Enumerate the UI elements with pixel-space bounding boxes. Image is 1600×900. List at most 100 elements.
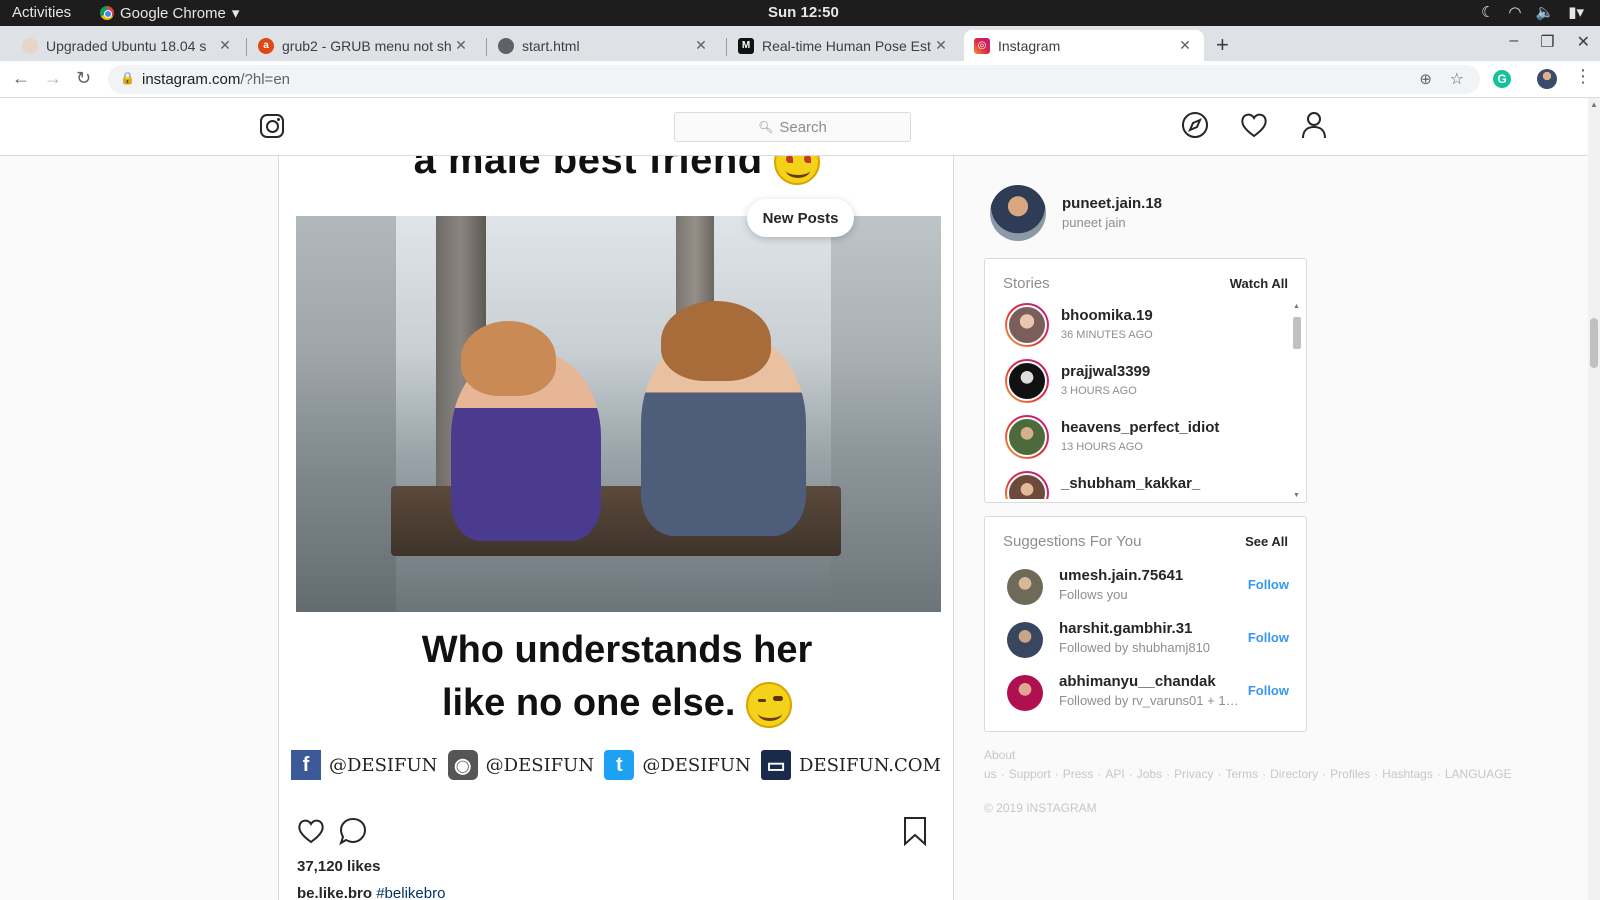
restore-icon[interactable]: ❐ bbox=[1540, 32, 1554, 52]
close-icon[interactable]: ✕ bbox=[932, 37, 950, 54]
menu-icon[interactable]: ⋮ bbox=[1574, 66, 1592, 87]
copyright: © 2019 INSTAGRAM bbox=[984, 801, 1097, 815]
caption-username[interactable]: be.like.bro bbox=[297, 885, 372, 900]
new-tab-button[interactable]: + bbox=[1216, 32, 1229, 58]
minimize-icon[interactable]: – bbox=[1509, 32, 1518, 52]
tab-start[interactable]: start.html ✕ bbox=[488, 30, 720, 61]
system-tray[interactable]: ☾ ◠ 🔈 ▮▾ bbox=[1481, 3, 1584, 21]
lock-icon[interactable]: 🔒 bbox=[120, 71, 135, 85]
chevron-down-icon: ▾ bbox=[231, 5, 240, 22]
new-posts-button[interactable]: New Posts bbox=[747, 199, 854, 237]
save-bookmark-icon[interactable] bbox=[902, 816, 928, 846]
footer-link[interactable]: API bbox=[1105, 767, 1124, 781]
current-username[interactable]: puneet.jain.18 bbox=[1062, 195, 1162, 212]
story-item[interactable]: bhoomika.19 36 MINUTES AGO bbox=[1005, 303, 1285, 349]
reload-icon[interactable]: ↻ bbox=[76, 68, 91, 89]
suggestion-item: umesh.jain.75641 Follows you Follow bbox=[1007, 567, 1297, 607]
footer-link[interactable]: Terms bbox=[1225, 767, 1258, 781]
comment-icon[interactable] bbox=[338, 816, 368, 846]
likes-count[interactable]: 37,120 likes bbox=[297, 858, 380, 875]
bookmark-star-icon[interactable]: ☆ bbox=[1450, 69, 1464, 89]
story-username: bhoomika.19 bbox=[1061, 307, 1153, 324]
scroll-down-arrow-icon[interactable]: ▼ bbox=[1293, 492, 1300, 499]
suggestion-username[interactable]: harshit.gambhir.31 bbox=[1059, 620, 1192, 637]
scroll-up-arrow-icon[interactable]: ▲ bbox=[1590, 100, 1598, 109]
profile-avatar[interactable] bbox=[1537, 69, 1557, 89]
tab-strip: Upgraded Ubuntu 18.04 s ✕ a grub2 - GRUB… bbox=[0, 26, 1600, 61]
watch-all-button[interactable]: Watch All bbox=[1230, 276, 1288, 291]
meme-bottom-text: Who understands her like no one else. bbox=[279, 624, 953, 730]
explore-compass-icon[interactable] bbox=[1180, 110, 1210, 140]
tab-instagram[interactable]: ◎ Instagram ✕ bbox=[964, 30, 1204, 61]
tab-title: grub2 - GRUB menu not sh bbox=[282, 37, 452, 54]
close-icon[interactable]: ✕ bbox=[452, 37, 470, 54]
caption-hashtag[interactable]: #belikebro bbox=[376, 885, 445, 900]
see-all-button[interactable]: See All bbox=[1245, 534, 1288, 549]
photo-boy-hair bbox=[661, 301, 771, 381]
story-item[interactable]: heavens_perfect_idiot 13 HOURS AGO bbox=[1005, 415, 1285, 461]
profile-icon[interactable] bbox=[1299, 110, 1329, 140]
meme-top-text: a male best friend bbox=[279, 156, 953, 186]
activity-heart-icon[interactable] bbox=[1239, 110, 1269, 140]
avatar[interactable] bbox=[990, 185, 1046, 241]
footer-separator: · bbox=[1054, 767, 1059, 781]
suggestion-username[interactable]: abhimanyu__chandak bbox=[1059, 673, 1216, 690]
forward-icon[interactable]: → bbox=[44, 68, 62, 89]
stories-scrollbar[interactable]: ▲ ▼ bbox=[1292, 303, 1302, 499]
avatar[interactable] bbox=[1007, 622, 1043, 658]
window-controls: – ❐ ✕ bbox=[1509, 32, 1590, 52]
app-menu[interactable]: Google Chrome ▾ bbox=[100, 4, 239, 22]
tab-askubuntu[interactable]: a grub2 - GRUB menu not sh ✕ bbox=[248, 30, 480, 61]
instagram-logo-icon[interactable] bbox=[260, 114, 284, 138]
night-light-icon: ☾ bbox=[1480, 4, 1495, 21]
follow-button[interactable]: Follow bbox=[1248, 630, 1289, 645]
avatar[interactable] bbox=[1007, 675, 1043, 711]
footer-link[interactable]: LANGUAGE bbox=[1445, 767, 1512, 781]
meme-credits: f @DESIFUN ◉ @DESIFUN t @DESIFUN ▭ DESIFUN.C… bbox=[291, 750, 941, 780]
battery-icon: ▮▾ bbox=[1568, 4, 1584, 21]
close-icon[interactable]: ✕ bbox=[692, 37, 710, 54]
scrollbar-thumb[interactable] bbox=[1590, 318, 1598, 368]
footer-separator: · bbox=[1000, 767, 1005, 781]
footer-link[interactable]: Jobs bbox=[1137, 767, 1162, 781]
photo-background bbox=[831, 216, 941, 612]
scroll-up-arrow-icon[interactable]: ▲ bbox=[1293, 303, 1300, 310]
suggestion-username[interactable]: umesh.jain.75641 bbox=[1059, 567, 1183, 584]
follow-button[interactable]: Follow bbox=[1248, 577, 1289, 592]
suggestion-item: harshit.gambhir.31 Followed by shubhamj8… bbox=[1007, 620, 1297, 660]
follow-button[interactable]: Follow bbox=[1248, 683, 1289, 698]
address-bar[interactable]: 🔒 instagram.com/?hl=en ⊕ ☆ bbox=[108, 65, 1480, 94]
close-icon[interactable]: ✕ bbox=[1176, 37, 1194, 54]
close-icon[interactable]: ✕ bbox=[216, 37, 234, 54]
back-icon[interactable]: ← bbox=[12, 68, 30, 89]
story-item[interactable]: prajjwal3399 3 HOURS AGO bbox=[1005, 359, 1285, 405]
zoom-icon[interactable]: ⊕ bbox=[1419, 70, 1432, 88]
camera-icon: ◉ bbox=[447, 750, 478, 780]
page-scrollbar[interactable]: ▲ bbox=[1588, 98, 1600, 900]
footer-link[interactable]: Support bbox=[1009, 767, 1051, 781]
footer-link[interactable]: Press bbox=[1063, 767, 1094, 781]
footer-link[interactable]: Profiles bbox=[1330, 767, 1370, 781]
grammarly-extension-icon[interactable]: G bbox=[1493, 70, 1511, 88]
stories-list: bhoomika.19 36 MINUTES AGO prajjwal3399 … bbox=[985, 303, 1290, 499]
avatar[interactable] bbox=[1007, 569, 1043, 605]
tab-medium[interactable]: M Real-time Human Pose Est ✕ bbox=[728, 30, 960, 61]
tab-ubuntu[interactable]: Upgraded Ubuntu 18.04 s ✕ bbox=[12, 30, 244, 61]
story-item[interactable]: _shubham_kakkar_ bbox=[1005, 471, 1285, 499]
scrollbar-thumb[interactable] bbox=[1293, 317, 1301, 349]
clock[interactable]: Sun 12:50 bbox=[768, 4, 839, 21]
footer-separator: · bbox=[1322, 767, 1327, 781]
footer-separator: · bbox=[1097, 767, 1102, 781]
footer-link[interactable]: Directory bbox=[1270, 767, 1318, 781]
search-input[interactable]: 🔍︎ Search bbox=[674, 112, 911, 142]
like-heart-icon[interactable] bbox=[296, 816, 326, 846]
footer-link[interactable]: Privacy bbox=[1174, 767, 1213, 781]
footer-link[interactable]: Hashtags bbox=[1382, 767, 1433, 781]
photo-girl-hair bbox=[461, 321, 556, 396]
post-photo[interactable] bbox=[296, 216, 941, 612]
avatar bbox=[1007, 305, 1047, 345]
instagram-credit: ◉ @DESIFUN bbox=[447, 750, 594, 780]
url-text[interactable]: instagram.com/?hl=en bbox=[142, 71, 290, 88]
activities-button[interactable]: Activities bbox=[12, 4, 71, 21]
close-window-icon[interactable]: ✕ bbox=[1577, 32, 1590, 52]
